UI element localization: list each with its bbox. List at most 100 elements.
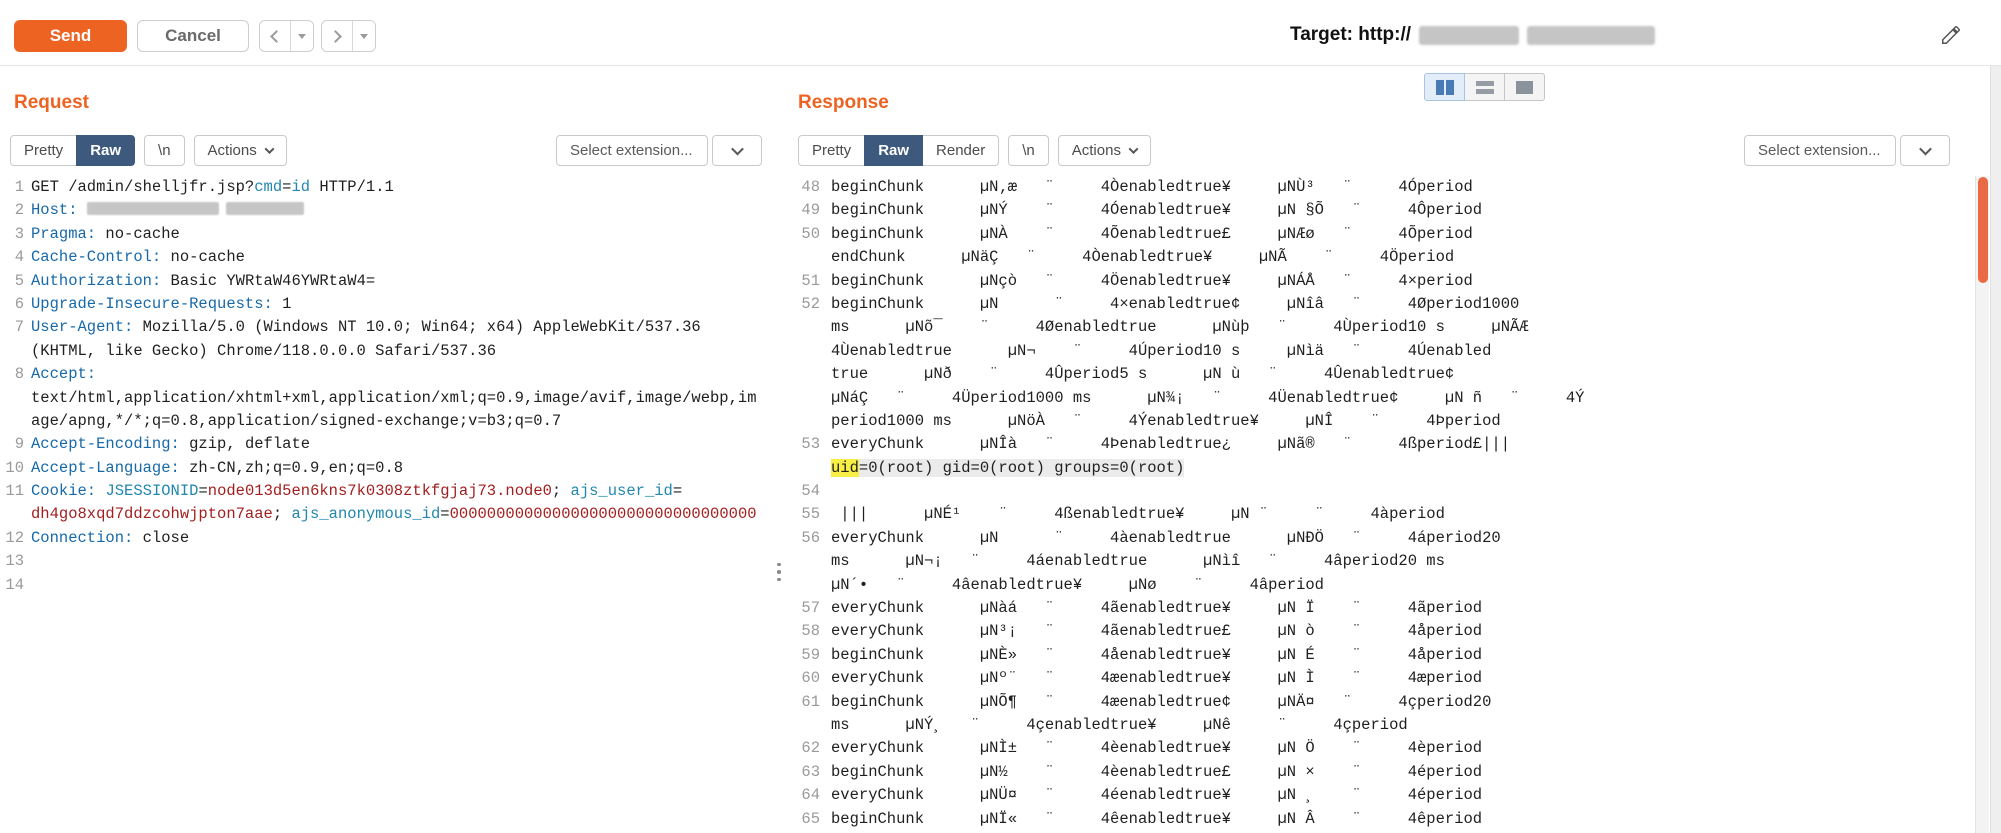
request-tab-pretty[interactable]: Pretty [10, 135, 77, 166]
chevron-down-icon [731, 143, 744, 156]
code-line: 11Cookie: JSESSIONID=node013d5en6kns7k03… [0, 480, 772, 503]
request-select-extension-button[interactable]: Select extension... [556, 135, 708, 166]
view-layout-toggle [1424, 73, 1545, 101]
response-editor[interactable]: 48beginChunk µN‚æ ¨ 4Òenabledtrue¥ µNÙ³ … [790, 176, 1990, 833]
code-line: age/apng,*/*;q=0.8,application/signed-ex… [0, 410, 772, 433]
code-line: 61beginChunk µNÕ¶ ¨ 4æenabledtrue¢ µNÄ¤ … [790, 691, 1990, 714]
request-tab-raw[interactable]: Raw [76, 135, 135, 166]
line-number: 49 [790, 199, 820, 222]
response-panel: Response Pretty Raw Render \n Actio [790, 66, 1990, 833]
grip-dots-icon [777, 578, 781, 582]
code-line: endChunk µNäÇ ¨ 4Òenabledtrue¥ µNÃ ¨ 4Öp… [790, 246, 1990, 269]
line-number: 50 [790, 223, 820, 246]
line-number [790, 340, 820, 363]
code-line: 6Upgrade-Insecure-Requests: 1 [0, 293, 772, 316]
code-line: 64everyChunk µNÜ¤ ¨ 4éenabledtrue¥ µN ¸ … [790, 784, 1990, 807]
line-number: 58 [790, 620, 820, 643]
forward-button[interactable] [322, 21, 353, 51]
response-scrollbar[interactable] [1975, 176, 1989, 833]
line-number: 9 [0, 433, 24, 456]
code-line: 60everyChunk µNº¨ ¨ 4æenabledtrue¥ µN Ì … [790, 667, 1990, 690]
grip-dots-icon [777, 563, 781, 567]
code-line: 5Authorization: Basic YWRtaW46YWRtaW4= [0, 270, 772, 293]
layout-columns-button[interactable] [1424, 73, 1465, 101]
request-extension-dropdown-button[interactable] [712, 135, 762, 166]
line-number [0, 410, 24, 433]
chevron-right-icon [329, 30, 342, 43]
code-line: ms µNÝ¸ ¨ 4çenabledtrue¥ µNê ¨ 4çperiod [790, 714, 1990, 737]
code-line: µN´• ¨ 4âenabledtrue¥ µNø ¨ 4âperiod [790, 574, 1990, 597]
code-line: 9Accept-Encoding: gzip, deflate [0, 433, 772, 456]
response-tab-pretty[interactable]: Pretty [798, 135, 865, 166]
code-line: 65beginChunk µNÏ« ¨ 4êenabledtrue¥ µN Â … [790, 808, 1990, 831]
pencil-icon [1940, 24, 1962, 46]
code-line: 58everyChunk µN³¡ ¨ 4ãenabledtrue£ µN ò … [790, 620, 1990, 643]
line-number: 64 [790, 784, 820, 807]
code-line: period1000 ms µNöÀ ¨ 4Ýenabledtrue¥ µNÎ … [790, 410, 1990, 433]
line-number [790, 363, 820, 386]
code-line: 4Ùenabledtrue µN¬ ¨ 4Úperiod10 s µNìä ¨ … [790, 340, 1990, 363]
code-line: dh4go8xqd7ddzcohwjpton7aae; ajs_anonymou… [0, 503, 772, 526]
response-title: Response [798, 92, 889, 114]
line-number: 1 [0, 176, 24, 199]
line-number: 62 [790, 737, 820, 760]
chevron-left-icon [270, 30, 283, 43]
line-number [790, 457, 820, 480]
line-number [790, 410, 820, 433]
target-redacted [1419, 26, 1519, 45]
code-line: 56everyChunk µN ¨ 4àenabledtrue µNÐÖ ¨ 4… [790, 527, 1990, 550]
line-number [0, 387, 24, 410]
forward-history-dropdown-button[interactable] [353, 21, 375, 51]
collapsed-inspector-strip[interactable] [1990, 66, 2001, 833]
line-number: 5 [0, 270, 24, 293]
scrollbar-thumb[interactable] [1978, 177, 1988, 283]
send-button[interactable]: Send [14, 20, 127, 52]
response-tab-bar: Pretty Raw Render \n Actions Select exte… [798, 135, 1950, 166]
request-editor[interactable]: 1GET /admin/shelljfr.jsp?cmd=id HTTP/1.1… [0, 176, 772, 833]
code-line: 8Accept: [0, 363, 772, 386]
panel-splitter-handle[interactable] [770, 552, 788, 592]
code-line: 48beginChunk µN‚æ ¨ 4Òenabledtrue¥ µNÙ³ … [790, 176, 1990, 199]
chevron-down-icon [1129, 144, 1139, 154]
line-number: 63 [790, 761, 820, 784]
line-number: 6 [0, 293, 24, 316]
code-line: text/html,application/xhtml+xml,applicat… [0, 387, 772, 410]
code-line: 3Pragma: no-cache [0, 223, 772, 246]
code-line: 7User-Agent: Mozilla/5.0 (Windows NT 10.… [0, 316, 772, 339]
line-number [790, 316, 820, 339]
line-number: 11 [0, 480, 24, 503]
code-line: 59beginChunk µNÈ» ¨ 4åenabledtrue¥ µN É … [790, 644, 1990, 667]
line-number [0, 340, 24, 363]
code-line: 53everyChunk µNÎà ¨ 4Þenabledtrue¿ µNã® … [790, 433, 1990, 456]
response-tab-raw[interactable]: Raw [864, 135, 923, 166]
line-number: 12 [0, 527, 24, 550]
request-actions-button[interactable]: Actions [194, 135, 287, 166]
layout-single-button[interactable] [1504, 73, 1545, 101]
code-line: 62everyChunk µNÌ± ¨ 4èenabledtrue¥ µN Ö … [790, 737, 1990, 760]
code-line: 52beginChunk µN ¨ 4×enabledtrue¢ µNîâ ¨ … [790, 293, 1990, 316]
chevron-down-icon [1919, 143, 1932, 156]
response-select-extension-button[interactable]: Select extension... [1744, 135, 1896, 166]
code-line: uid=0(root) gid=0(root) groups=0(root) [790, 457, 1990, 480]
line-number: 8 [0, 363, 24, 386]
line-number [790, 246, 820, 269]
request-title: Request [14, 92, 89, 114]
back-button[interactable] [260, 21, 291, 51]
line-number [0, 503, 24, 526]
burp-repeater-screen: Send Cancel Target: http:// Request Pret… [0, 0, 2001, 833]
back-history-dropdown-button[interactable] [291, 21, 313, 51]
response-tab-newline[interactable]: \n [1008, 135, 1049, 166]
code-line: 63beginChunk µN½ ¨ 4èenabledtrue£ µN × ¨… [790, 761, 1990, 784]
response-tab-render[interactable]: Render [922, 135, 999, 166]
line-number: 14 [0, 574, 24, 597]
response-actions-button[interactable]: Actions [1058, 135, 1151, 166]
response-extension-dropdown-button[interactable] [1900, 135, 1950, 166]
line-number: 10 [0, 457, 24, 480]
cancel-button[interactable]: Cancel [137, 20, 249, 52]
layout-rows-button[interactable] [1464, 73, 1505, 101]
columns-layout-icon [1446, 80, 1454, 95]
rows-layout-icon [1476, 81, 1494, 94]
edit-target-button[interactable] [1938, 22, 1964, 48]
line-number: 56 [790, 527, 820, 550]
request-tab-newline[interactable]: \n [144, 135, 185, 166]
